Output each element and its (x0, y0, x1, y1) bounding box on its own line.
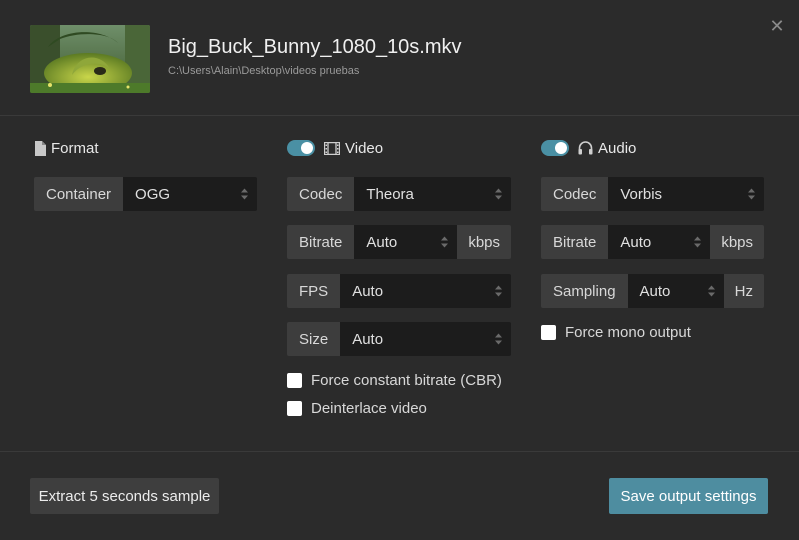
audio-codec-select[interactable]: Vorbis (608, 177, 764, 211)
close-icon[interactable]: ✕ (766, 15, 788, 37)
mono-checkbox[interactable] (541, 325, 556, 340)
audio-codec-label: Codec (541, 177, 609, 211)
save-settings-button[interactable]: Save output settings (609, 478, 768, 514)
select-arrows-icon (748, 188, 755, 200)
audio-heading: Audio (541, 137, 636, 159)
video-fps-value: Auto (352, 282, 384, 300)
deinterlace-checkbox[interactable] (287, 401, 302, 416)
select-arrows-icon (495, 188, 502, 200)
container-value: OGG (135, 185, 171, 203)
video-bitrate-field: Bitrate Auto kbps (287, 225, 511, 259)
video-fps-label: FPS (287, 274, 341, 308)
video-size-select[interactable]: Auto (340, 322, 511, 356)
mono-label: Force mono output (565, 324, 691, 341)
video-fps-field: FPS Auto (287, 274, 511, 308)
audio-bitrate-unit: kbps (710, 225, 764, 259)
video-size-field: Size Auto (287, 322, 511, 356)
cbr-checkbox[interactable] (287, 373, 302, 388)
audio-sampling-label: Sampling (541, 274, 628, 308)
select-arrows-icon (707, 285, 715, 297)
video-codec-value: Theora (366, 185, 414, 203)
video-size-value: Auto (352, 330, 384, 348)
file-header: Big_Buck_Bunny_1080_10s.mkv C:\Users\Ala… (0, 0, 799, 116)
video-thumbnail (30, 25, 150, 93)
deinterlace-label: Deinterlace video (311, 400, 427, 417)
audio-sampling-value: Auto (639, 282, 671, 300)
audio-sampling-field: Sampling Auto Hz (541, 274, 764, 308)
audio-codec-value: Vorbis (620, 185, 663, 203)
audio-bitrate-value: Auto (620, 233, 652, 251)
video-codec-select[interactable]: Theora (354, 177, 511, 211)
audio-bitrate-label: Bitrate (541, 225, 609, 259)
video-heading-label: Video (345, 139, 384, 157)
film-icon (324, 141, 340, 155)
video-bitrate-unit: kbps (457, 225, 511, 259)
video-size-label: Size (287, 322, 341, 356)
mono-option[interactable]: Force mono output (541, 324, 691, 341)
extract-sample-button[interactable]: Extract 5 seconds sample (30, 478, 219, 514)
cbr-option[interactable]: Force constant bitrate (CBR) (287, 372, 502, 389)
deinterlace-option[interactable]: Deinterlace video (287, 400, 427, 417)
container-field: Container OGG (34, 177, 257, 211)
audio-heading-label: Audio (598, 139, 637, 157)
container-label: Container (34, 177, 124, 211)
select-arrows-icon (694, 236, 702, 248)
audio-bitrate-select[interactable]: Auto (608, 225, 711, 259)
file-icon (34, 140, 46, 156)
video-codec-label: Codec (287, 177, 355, 211)
audio-toggle[interactable] (541, 140, 569, 156)
format-heading: Format (34, 137, 99, 159)
select-arrows-icon (495, 285, 502, 297)
select-arrows-icon (495, 333, 502, 345)
audio-sampling-select[interactable]: Auto (627, 274, 724, 308)
audio-sampling-unit: Hz (723, 274, 764, 308)
video-heading: Video (287, 137, 383, 159)
audio-bitrate-field: Bitrate Auto kbps (541, 225, 764, 259)
format-heading-label: Format (51, 139, 99, 157)
cbr-label: Force constant bitrate (CBR) (311, 372, 502, 389)
container-select[interactable]: OGG (123, 177, 257, 211)
file-title: Big_Buck_Bunny_1080_10s.mkv (168, 36, 462, 58)
video-bitrate-value: Auto (366, 233, 398, 251)
headphones-icon (578, 141, 593, 155)
video-bitrate-label: Bitrate (287, 225, 355, 259)
audio-codec-field: Codec Vorbis (541, 177, 764, 211)
video-toggle[interactable] (287, 140, 315, 156)
video-fps-select[interactable]: Auto (340, 274, 511, 308)
video-codec-field: Codec Theora (287, 177, 511, 211)
video-bitrate-select[interactable]: Auto (354, 225, 458, 259)
file-path: C:\Users\Alain\Desktop\videos pruebas (168, 65, 360, 77)
select-arrows-icon (241, 188, 248, 200)
select-arrows-icon (441, 236, 449, 248)
